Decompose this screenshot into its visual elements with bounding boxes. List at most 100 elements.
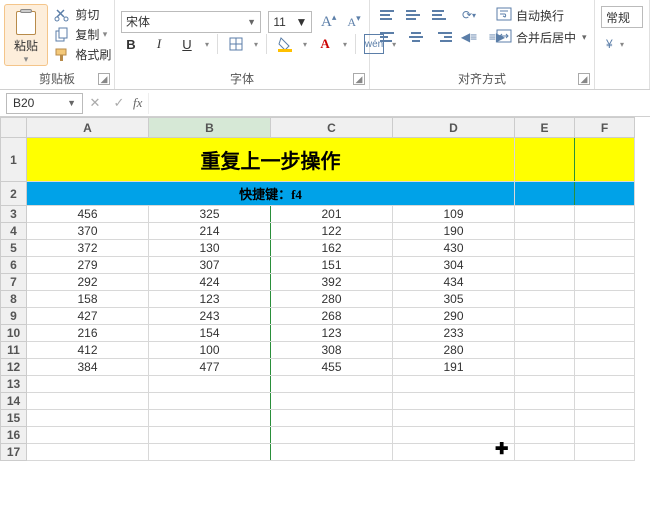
row-header[interactable]: 6	[1, 257, 27, 274]
italic-button[interactable]: I	[149, 34, 169, 54]
cell[interactable]: 190	[393, 223, 515, 240]
cell[interactable]: 430	[393, 240, 515, 257]
cell[interactable]	[575, 257, 635, 274]
cell[interactable]: 292	[27, 274, 149, 291]
cell[interactable]	[515, 138, 575, 182]
align-center-button[interactable]	[406, 28, 426, 46]
border-button[interactable]	[226, 34, 246, 54]
cell[interactable]: 372	[27, 240, 149, 257]
cell[interactable]	[393, 410, 515, 427]
cell[interactable]: 434	[393, 274, 515, 291]
cell[interactable]	[515, 257, 575, 274]
cell[interactable]	[27, 427, 149, 444]
cell[interactable]	[515, 240, 575, 257]
cell[interactable]	[27, 376, 149, 393]
cell[interactable]	[393, 427, 515, 444]
cell[interactable]	[575, 291, 635, 308]
cell[interactable]	[393, 376, 515, 393]
cell[interactable]: 123	[271, 325, 393, 342]
cell[interactable]: 304	[393, 257, 515, 274]
row-header[interactable]: 8	[1, 291, 27, 308]
cell[interactable]: 201	[271, 206, 393, 223]
cell[interactable]	[575, 376, 635, 393]
cut-button[interactable]: 剪切	[54, 6, 99, 23]
cell[interactable]	[515, 325, 575, 342]
cell[interactable]	[575, 206, 635, 223]
row-header[interactable]: 10	[1, 325, 27, 342]
row-header[interactable]: 17	[1, 444, 27, 461]
font-size-select[interactable]: 11▼	[268, 11, 312, 33]
cell[interactable]	[575, 444, 635, 461]
cell[interactable]: 130	[149, 240, 271, 257]
align-left-button[interactable]	[380, 28, 400, 46]
align-top-button[interactable]	[380, 6, 400, 24]
cell[interactable]: 243	[149, 308, 271, 325]
column-header[interactable]: E	[515, 118, 575, 138]
cell[interactable]	[393, 444, 515, 461]
cell[interactable]	[515, 359, 575, 376]
cell[interactable]: 151	[271, 257, 393, 274]
cell[interactable]	[515, 206, 575, 223]
bold-button[interactable]: B	[121, 34, 141, 54]
fx-button[interactable]: fx	[133, 95, 142, 111]
cell[interactable]: 384	[27, 359, 149, 376]
cell[interactable]	[515, 308, 575, 325]
cell[interactable]	[575, 393, 635, 410]
row-header[interactable]: 9	[1, 308, 27, 325]
grow-font-button[interactable]: A▴	[320, 6, 338, 28]
fill-color-button[interactable]	[275, 34, 295, 54]
cell[interactable]	[271, 427, 393, 444]
format-painter-button[interactable]: 格式刷	[54, 46, 111, 63]
cell[interactable]	[575, 427, 635, 444]
cell[interactable]	[149, 393, 271, 410]
cell[interactable]	[515, 427, 575, 444]
cell[interactable]: 100	[149, 342, 271, 359]
cell[interactable]: 122	[271, 223, 393, 240]
cell[interactable]	[575, 138, 635, 182]
cell[interactable]	[575, 359, 635, 376]
currency-button[interactable]: ¥▾	[603, 34, 625, 54]
cell[interactable]	[575, 182, 635, 206]
cell[interactable]	[149, 410, 271, 427]
cell[interactable]	[575, 240, 635, 257]
cell[interactable]	[515, 291, 575, 308]
cell[interactable]	[393, 393, 515, 410]
cell[interactable]	[27, 393, 149, 410]
orientation-button[interactable]: ⟳▾	[458, 6, 480, 24]
font-dialog-launcher[interactable]: ◢	[353, 73, 365, 85]
cell[interactable]	[149, 444, 271, 461]
align-dialog-launcher[interactable]: ◢	[578, 73, 590, 85]
cell[interactable]	[271, 410, 393, 427]
cell[interactable]: 268	[271, 308, 393, 325]
shrink-font-button[interactable]: A▾	[345, 7, 363, 29]
row-header[interactable]: 12	[1, 359, 27, 376]
cell[interactable]: 216	[27, 325, 149, 342]
row-header[interactable]: 7	[1, 274, 27, 291]
cell[interactable]: 455	[271, 359, 393, 376]
row-header[interactable]: 2	[1, 182, 27, 206]
cell[interactable]: 123	[149, 291, 271, 308]
column-header[interactable]: C	[271, 118, 393, 138]
cell[interactable]	[515, 393, 575, 410]
cell[interactable]	[515, 223, 575, 240]
cell[interactable]	[515, 274, 575, 291]
cell[interactable]: 456	[27, 206, 149, 223]
cell[interactable]: 427	[27, 308, 149, 325]
cell[interactable]	[575, 410, 635, 427]
cell[interactable]	[27, 410, 149, 427]
number-format-select[interactable]: 常规	[601, 6, 643, 28]
cell[interactable]	[515, 342, 575, 359]
cell[interactable]: 305	[393, 291, 515, 308]
underline-button[interactable]: U	[177, 34, 197, 54]
cell[interactable]	[515, 182, 575, 206]
row-header[interactable]: 15	[1, 410, 27, 427]
cell[interactable]	[271, 444, 393, 461]
row-header[interactable]: 13	[1, 376, 27, 393]
cell[interactable]: 280	[271, 291, 393, 308]
row-header[interactable]: 4	[1, 223, 27, 240]
align-middle-button[interactable]	[406, 6, 426, 24]
cell[interactable]: 280	[393, 342, 515, 359]
row-header[interactable]: 11	[1, 342, 27, 359]
cell[interactable]: 290	[393, 308, 515, 325]
cell[interactable]: 308	[271, 342, 393, 359]
